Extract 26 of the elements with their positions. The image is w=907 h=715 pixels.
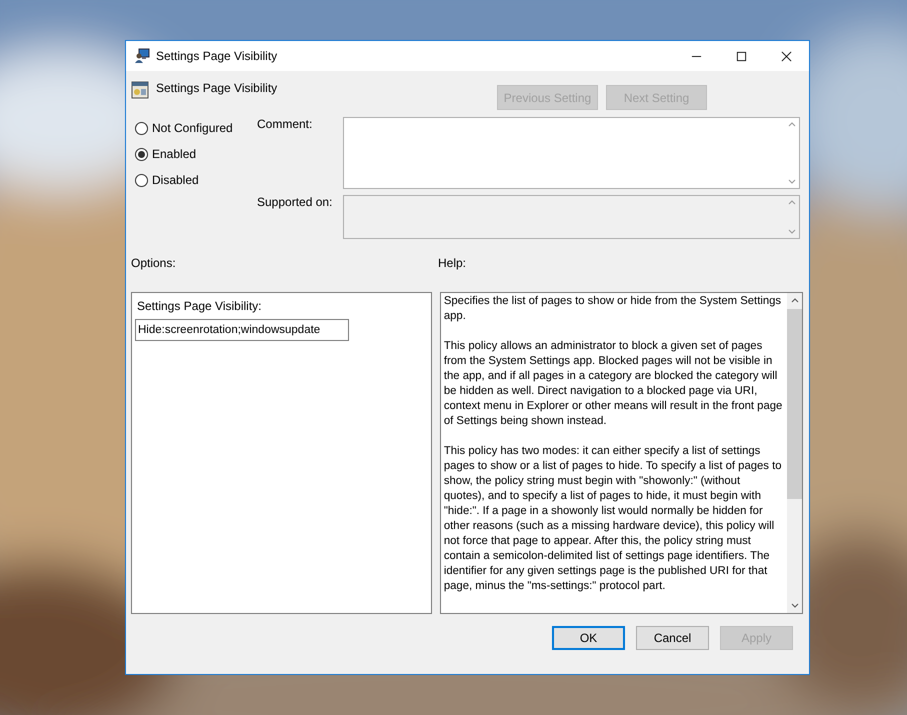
window-title: Settings Page Visibility xyxy=(156,49,278,63)
help-paragraph: This policy allows an administrator to block a given set of pages from the System Settings app. Blocked pages will not be visible in the app, and if all pages in a category are blocked the category will be hidden as well. Direct navigation to a blocked page via URI, context menu in Explorer or other means will result in the front page of Settings being shown instead. xyxy=(444,339,784,429)
help-label: Help: xyxy=(438,256,466,270)
input-field[interactable]: Hide:screenrotation;windowsupdate xyxy=(135,319,349,341)
computer-user-icon xyxy=(134,48,150,64)
radio-option[interactable]: Not Configured xyxy=(135,121,233,135)
scroll-down-icon[interactable] xyxy=(790,603,798,608)
radio-option[interactable]: Disabled xyxy=(135,173,199,187)
dialog-button[interactable]: Cancel xyxy=(636,626,709,650)
dialog-button[interactable]: OK xyxy=(552,626,625,650)
maximize-icon[interactable] xyxy=(736,50,747,62)
close-icon[interactable] xyxy=(781,50,792,62)
policy-settings-icon xyxy=(131,81,149,99)
help-paragraph: This policy has two modes: it can either specify a list of settings pages to show or a list of pages to hide. To specify a list of pages to show, the policy string must begin with "showonly:" (without quotes), and to specify a list of pages to hide, it must begin with "hide:". If a page in a showonly list would normally be hidden for other reasons (such as a missing hardware device), this policy will not force that page to appear. After this, the policy string must contain a semicolon-delimited list of settings page identifiers. The identifier for any given settings page is the published URI for that page, minus the "ms-settings:" protocol part. xyxy=(444,444,783,594)
scrollbar[interactable] xyxy=(787,293,802,613)
comment-label: Comment: xyxy=(257,117,314,133)
comment-field[interactable] xyxy=(343,117,800,189)
radio-option[interactable]: Enabled xyxy=(135,147,196,161)
supported-on-label: Supported on: xyxy=(257,195,334,211)
option-label: Settings Page Visibility: xyxy=(136,299,263,313)
options-label: Options: xyxy=(131,256,177,270)
policy-title: Settings Page Visibility xyxy=(156,81,278,95)
scroll-up-icon[interactable] xyxy=(788,122,796,127)
help-paragraph: Specifies the list of pages to show or hide from the System Settings app. xyxy=(444,294,782,324)
scroll-down-icon[interactable] xyxy=(788,179,796,184)
scroll-up-icon[interactable] xyxy=(790,298,798,303)
